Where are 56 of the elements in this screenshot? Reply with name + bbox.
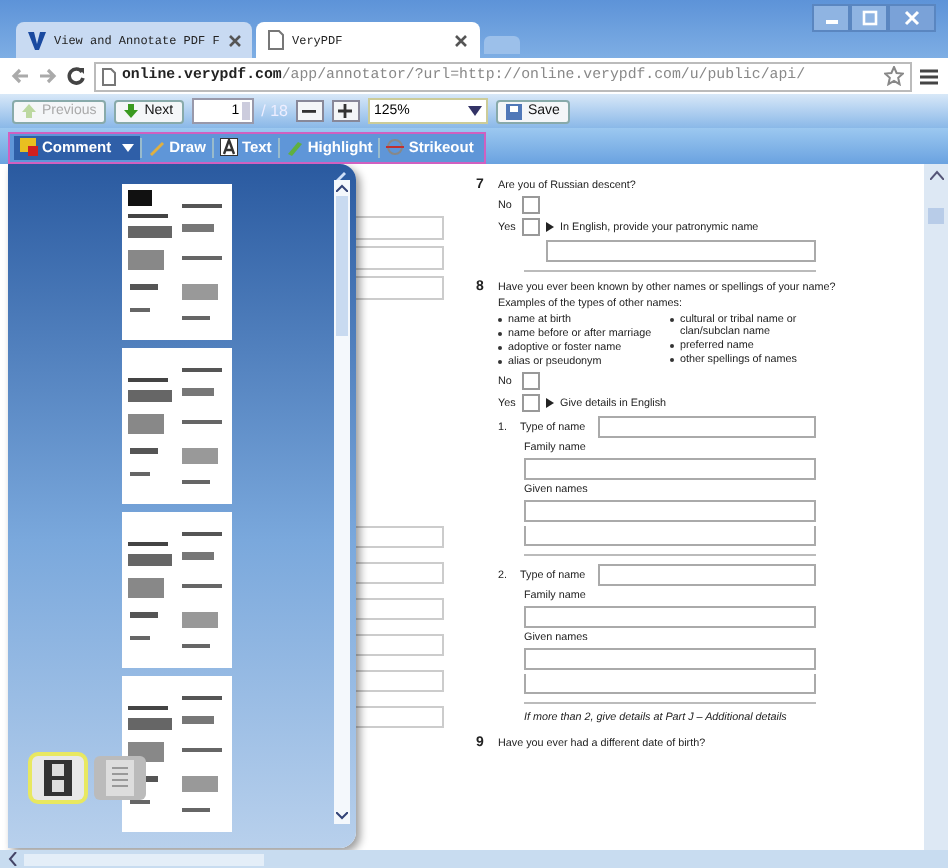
text-field[interactable]	[598, 564, 816, 586]
scroll-thumb[interactable]	[928, 208, 944, 224]
highlight-tool-icon	[285, 138, 304, 156]
scroll-down-icon[interactable]	[336, 812, 348, 820]
page-icon	[268, 30, 284, 50]
maximize-icon	[861, 10, 877, 26]
text-field[interactable]	[524, 674, 816, 694]
maximize-button[interactable]	[850, 4, 888, 32]
checkbox[interactable]	[522, 372, 540, 390]
page-icon	[102, 67, 116, 85]
close-icon[interactable]	[454, 33, 468, 47]
strikeout-tool-icon	[386, 138, 405, 156]
reload-icon[interactable]	[66, 66, 86, 86]
text-tool-icon	[219, 138, 238, 156]
page-total: / 18	[261, 102, 288, 120]
checkbox[interactable]	[522, 196, 540, 214]
plus-icon	[338, 104, 353, 118]
menu-icon[interactable]	[920, 67, 938, 85]
scroll-up-icon[interactable]	[336, 184, 348, 192]
comment-tool-icon	[20, 138, 38, 156]
minus-icon	[302, 104, 317, 118]
back-icon[interactable]	[10, 66, 30, 86]
zoom-in-button[interactable]	[331, 100, 360, 122]
draw-tool-icon	[147, 138, 166, 156]
close-icon	[904, 10, 920, 26]
checkbox[interactable]	[522, 218, 540, 236]
checkbox[interactable]	[522, 394, 540, 412]
text-field[interactable]	[524, 526, 816, 546]
close-button[interactable]	[888, 4, 936, 32]
vertical-scrollbar[interactable]	[924, 164, 948, 850]
caret-icon	[467, 106, 482, 116]
text-field[interactable]	[546, 240, 816, 262]
filmstrip-view-button[interactable]	[32, 756, 84, 800]
text-field[interactable]	[598, 416, 816, 438]
v-logo-icon	[28, 31, 46, 49]
list-icon	[106, 760, 134, 796]
text-field[interactable]	[524, 500, 816, 522]
arrow-icon	[546, 398, 554, 408]
list-view-button[interactable]	[94, 756, 146, 800]
scroll-left-icon[interactable]	[8, 852, 18, 866]
zoom-out-button[interactable]	[295, 100, 324, 122]
horizontal-scrollbar[interactable]	[0, 850, 948, 868]
text-field[interactable]	[524, 606, 816, 628]
minimize-button[interactable]	[812, 4, 850, 32]
text-field[interactable]	[524, 458, 816, 480]
filmstrip-icon	[44, 760, 72, 796]
caret-icon[interactable]	[121, 143, 134, 151]
text-field[interactable]	[524, 648, 816, 670]
forward-icon[interactable]	[38, 66, 58, 86]
arrow-icon	[546, 222, 554, 232]
down-arrow-icon	[124, 104, 139, 118]
close-icon[interactable]	[227, 33, 242, 47]
star-icon[interactable]	[884, 66, 904, 86]
panel-scrollbar[interactable]	[334, 180, 350, 824]
up-arrow-icon	[22, 104, 36, 118]
scroll-up-icon[interactable]	[929, 170, 943, 180]
